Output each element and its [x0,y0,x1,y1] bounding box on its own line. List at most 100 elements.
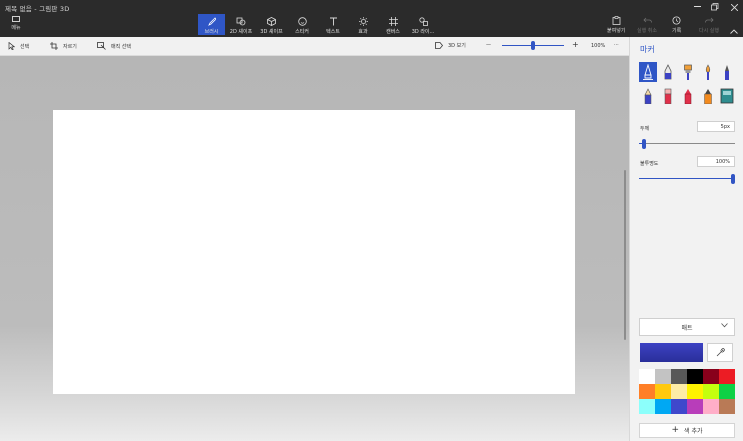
spray-can-brush[interactable] [699,86,717,106]
thickness-label: 두께 [640,126,650,132]
color-swatch[interactable] [639,399,655,414]
color-swatch[interactable] [719,399,735,414]
spray-can-icon [704,89,712,104]
color-swatch[interactable] [639,369,655,384]
minimize-icon [693,6,701,7]
tab-label: 브러시 [204,29,219,35]
tab-3d-shapes[interactable]: 3D 셰이프 [257,14,286,35]
pencil-brush[interactable] [639,86,657,106]
3d-shapes-icon [267,17,276,26]
tab-3d-library[interactable]: 3D 라이... [408,14,438,35]
view-3d-label: 3D 보기 [448,43,466,49]
calligraphy-pen-brush[interactable] [659,62,677,82]
ribbon: 제목 없음 - 그림판 3D 메뉴 브러시 2D 셰이프 3D 셰이프 스티커 … [0,0,743,37]
tab-text[interactable]: 텍스트 [318,14,348,35]
color-swatch[interactable] [639,384,655,399]
3d-library-icon [418,17,428,26]
crayon-brush[interactable] [679,86,697,106]
color-swatch[interactable] [655,369,671,384]
color-swatch[interactable] [671,399,687,414]
color-swatch[interactable] [687,384,703,399]
eyedropper-button[interactable] [707,343,733,362]
vertical-scrollbar[interactable] [624,170,626,340]
tab-label: 스티커 [295,29,309,35]
oil-brush[interactable] [679,62,697,82]
minimize-button[interactable] [690,2,704,12]
magic-select-button[interactable]: 매직 선택 [97,42,131,50]
color-swatch[interactable] [687,399,703,414]
canvas-icon [388,17,398,26]
drawing-canvas[interactable] [53,110,575,394]
history-button[interactable]: 기록 [672,16,681,34]
color-swatch[interactable] [671,384,687,399]
select-button[interactable]: 선택 [8,42,29,50]
zoom-slider-thumb[interactable] [531,41,535,50]
finish-dropdown[interactable]: 매트 [639,318,735,336]
pixel-pen-brush[interactable] [718,62,736,82]
collapse-ribbon-button[interactable] [730,19,738,38]
add-color-button[interactable]: + 색 추가 [639,423,735,438]
color-swatch[interactable] [719,384,735,399]
chevron-down-icon [721,323,728,330]
pencil-icon [644,88,652,104]
tab-stickers[interactable]: 스티커 [286,14,318,35]
marker-brush[interactable] [639,62,657,82]
color-swatch[interactable] [655,399,671,414]
color-swatch[interactable] [687,369,703,384]
more-options-button[interactable]: ··· [614,42,619,48]
color-swatch[interactable] [703,384,719,399]
calligraphy-pen-icon [664,64,672,80]
tab-2d-shapes[interactable]: 2D 셰이프 [225,14,257,35]
tab-label: 2D 셰이프 [229,29,253,35]
tab-canvas[interactable]: 캔버스 [378,14,408,35]
color-swatch[interactable] [703,369,719,384]
paste-button[interactable]: 붙여넣기 [607,16,625,34]
tab-label: 3D 셰이프 [260,29,283,35]
close-icon [730,3,738,11]
watercolor-icon [705,64,711,80]
tab-label: 텍스트 [326,29,340,35]
view-3d-icon [435,42,443,49]
fill-brush[interactable] [718,86,736,106]
color-swatch[interactable] [671,369,687,384]
thickness-input[interactable]: 5px [697,121,735,132]
color-swatch[interactable] [655,384,671,399]
crayon-icon [684,89,692,104]
eyedropper-icon [716,348,725,357]
oil-brush-icon [684,64,692,80]
crop-button[interactable]: 자르기 [50,42,77,50]
pixel-pen-icon [725,65,729,80]
tab-effects[interactable]: 효과 [348,14,378,35]
restore-icon [711,3,719,11]
current-color-swatch[interactable] [640,343,703,362]
zoom-in-button[interactable]: + [572,40,579,49]
fill-icon [720,88,734,104]
opacity-slider-thumb[interactable] [731,174,735,184]
color-swatch[interactable] [703,399,719,414]
magic-select-icon [97,42,106,50]
undo-label: 실행 취소 [637,28,657,34]
zoom-out-button[interactable]: — [486,42,491,48]
color-swatch[interactable] [719,369,735,384]
redo-label: 다시 실행 [699,28,719,34]
eraser-brush[interactable] [659,86,677,106]
tool-tabs: 브러시 2D 셰이프 3D 셰이프 스티커 텍스트 효과 캔버스 3D 라이..… [198,14,438,35]
2d-shapes-icon [236,17,246,26]
thickness-slider-thumb[interactable] [642,139,646,149]
watercolor-brush[interactable] [699,62,717,82]
history-icon [672,16,681,25]
thickness-slider-track[interactable] [639,143,735,144]
opacity-input[interactable]: 100% [697,156,735,167]
menu-button[interactable]: 메뉴 [6,16,26,34]
tab-brushes[interactable]: 브러시 [198,14,225,35]
close-button[interactable] [727,2,741,12]
redo-button[interactable]: 다시 실행 [699,16,719,34]
color-palette [639,369,735,414]
view-3d-button[interactable]: 3D 보기 [435,42,466,49]
redo-icon [704,17,714,23]
undo-button[interactable]: 실행 취소 [637,16,657,34]
cursor-icon [8,42,15,50]
text-icon [329,17,338,26]
maximize-button[interactable] [708,2,722,12]
sticker-icon [297,17,307,26]
